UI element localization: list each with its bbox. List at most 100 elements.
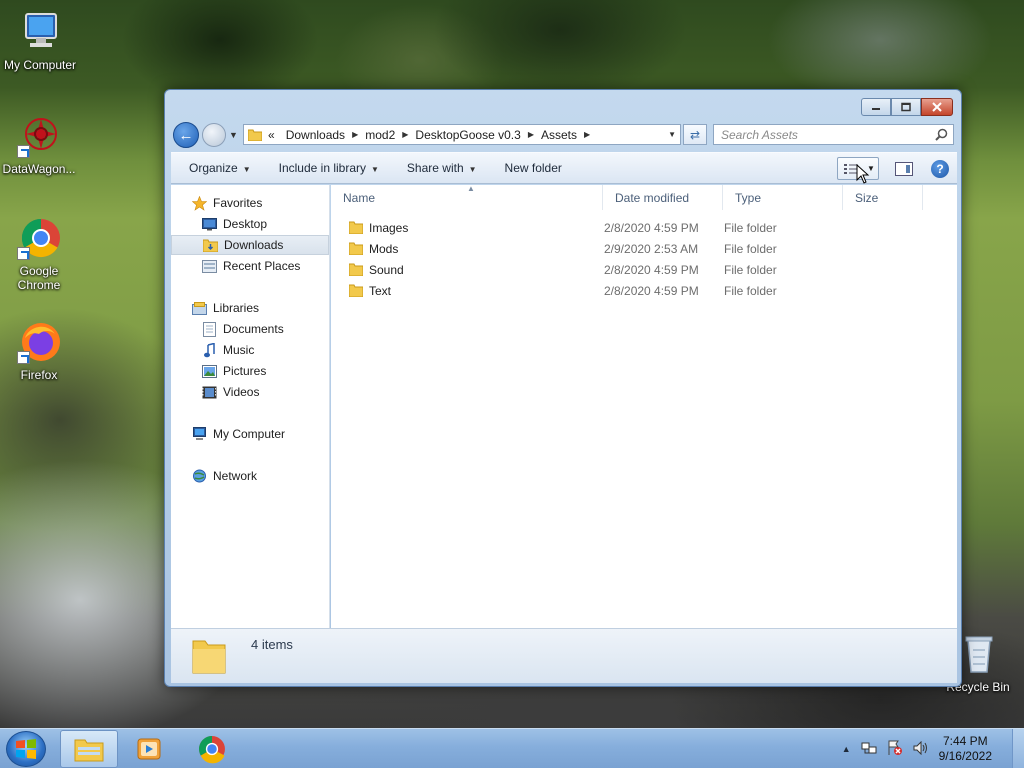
chevron-down-icon: ▼ <box>468 165 477 174</box>
new-folder-button[interactable]: New folder <box>487 161 572 175</box>
forward-button[interactable] <box>202 123 226 147</box>
file-date: 2/9/2020 2:53 AM <box>604 241 699 256</box>
file-type: File folder <box>724 283 777 298</box>
column-header-size[interactable]: Size <box>843 185 923 210</box>
column-label: Date modified <box>615 190 690 205</box>
desktop-icon-firefox[interactable]: Firefox <box>0 320 79 382</box>
file-list: ▲ Name Date modified Type Size Images 2/… <box>331 184 957 628</box>
clock[interactable]: 7:44 PM 9/16/2022 <box>939 734 992 764</box>
start-button[interactable] <box>6 731 46 767</box>
recycle-bin-icon <box>956 632 1000 676</box>
breadcrumb-separator-icon[interactable]: ▶ <box>352 130 358 139</box>
taskbar-explorer-button[interactable] <box>60 730 118 768</box>
window-controls <box>861 98 953 116</box>
taskbar-chrome-button[interactable] <box>183 730 241 768</box>
column-header-name[interactable]: ▲ Name <box>331 184 603 210</box>
folder-icon <box>349 284 363 297</box>
nav-label: Downloads <box>224 238 284 252</box>
breadcrumb-downloads[interactable]: Downloads <box>286 128 345 142</box>
chevron-down-icon: ▼ <box>371 165 379 174</box>
file-row-mods[interactable]: Mods 2/9/2020 2:53 AM File folder <box>343 238 943 259</box>
desktop-icon-google-chrome[interactable]: Google Chrome <box>0 216 79 292</box>
show-desktop-button[interactable] <box>1012 729 1024 768</box>
videos-icon <box>201 384 217 400</box>
recent-pages-dropdown[interactable]: ▼ <box>229 130 238 140</box>
breadcrumb-mod2[interactable]: mod2 <box>365 128 395 142</box>
breadcrumb-separator-icon[interactable]: ▶ <box>528 130 534 139</box>
address-dropdown-icon[interactable]: ▼ <box>668 130 676 139</box>
nav-label: Pictures <box>223 364 267 378</box>
nav-item-recent-places[interactable]: Recent Places <box>171 256 329 276</box>
nav-item-videos[interactable]: Videos <box>171 382 329 402</box>
command-bar: Organize ▼ Include in library ▼ Share with… <box>171 152 957 184</box>
file-name-cell: Mods <box>349 242 398 256</box>
column-label: Size <box>855 190 879 205</box>
share-with-button[interactable]: Share with ▼ <box>389 161 487 175</box>
clock-time: 7:44 PM <box>942 734 988 748</box>
taskbar-media-player-button[interactable] <box>120 730 178 768</box>
file-type: File folder <box>724 241 777 256</box>
column-header-type[interactable]: Type <box>723 185 843 210</box>
desktop-icon-datawagon[interactable]: DataWagon... <box>0 114 79 176</box>
show-hidden-icons-button[interactable]: ▲ <box>842 744 851 754</box>
volume-icon[interactable] <box>913 740 929 758</box>
star-icon <box>191 195 207 211</box>
file-row-sound[interactable]: Sound 2/8/2020 4:59 PM File folder <box>343 259 943 280</box>
nav-item-my-computer[interactable]: My Computer <box>171 424 329 444</box>
navigation-pane: Favorites Desktop Downloads Recent Place… <box>171 185 330 628</box>
minimize-button[interactable] <box>861 98 891 116</box>
mouse-cursor-icon <box>856 164 870 184</box>
breadcrumb-separator-icon[interactable]: ▶ <box>402 130 408 139</box>
maximize-button[interactable] <box>891 98 921 116</box>
nav-item-network[interactable]: Network <box>171 466 329 486</box>
nav-item-pictures[interactable]: Pictures <box>171 361 329 381</box>
shortcut-arrow-icon <box>17 145 30 158</box>
nav-item-desktop[interactable]: Desktop <box>171 214 329 234</box>
preview-pane-button[interactable] <box>895 161 913 176</box>
taskbar: ▲ 7:44 PM 9/16/2022 <box>0 728 1024 768</box>
nav-item-music[interactable]: Music <box>171 340 329 360</box>
refresh-button[interactable]: ⇄ <box>683 124 707 145</box>
file-type: File folder <box>724 220 777 235</box>
nav-item-documents[interactable]: Documents <box>171 319 329 339</box>
nav-item-libraries[interactable]: Libraries <box>171 298 329 318</box>
nav-item-favorites[interactable]: Favorites <box>171 193 329 213</box>
explorer-window[interactable]: ← ▼ « Downloads ▶ mod2 ▶ DesktopGoose v0… <box>164 89 962 687</box>
help-icon: ? <box>936 161 944 176</box>
action-center-flag-icon[interactable] <box>887 740 903 758</box>
nav-label: Videos <box>223 385 260 399</box>
file-row-text[interactable]: Text 2/8/2020 4:59 PM File folder <box>343 280 943 301</box>
search-input[interactable]: Search Assets <box>713 124 954 145</box>
network-tray-icon[interactable] <box>861 741 877 758</box>
folder-icon <box>349 221 363 234</box>
file-date: 2/8/2020 4:59 PM <box>604 262 699 277</box>
breadcrumb-assets[interactable]: Assets <box>541 128 577 142</box>
windows-logo-icon <box>16 739 36 759</box>
recent-places-icon <box>201 258 217 274</box>
address-bar[interactable]: « Downloads ▶ mod2 ▶ DesktopGoose v0.3 ▶… <box>243 124 681 145</box>
help-button[interactable]: ? <box>931 159 949 178</box>
file-name: Sound <box>369 262 404 277</box>
explorer-icon <box>74 739 104 762</box>
search-icon <box>935 128 948 141</box>
file-name-cell: Text <box>349 284 391 298</box>
file-row-images[interactable]: Images 2/8/2020 4:59 PM File folder <box>343 217 943 238</box>
breadcrumb-overflow[interactable]: « <box>268 128 275 142</box>
breadcrumb-desktopgoose[interactable]: DesktopGoose v0.3 <box>415 128 520 142</box>
folder-icon <box>349 263 363 276</box>
organize-button[interactable]: Organize ▼ <box>171 161 261 175</box>
shortcut-arrow-icon <box>17 351 30 364</box>
nav-label: My Computer <box>213 427 286 441</box>
firefox-icon <box>17 320 61 364</box>
music-icon <box>201 342 217 358</box>
nav-item-downloads[interactable]: Downloads <box>171 235 329 255</box>
column-header-date-modified[interactable]: Date modified <box>603 185 723 210</box>
close-button[interactable] <box>921 98 953 116</box>
file-name: Text <box>369 283 392 298</box>
breadcrumb-separator-icon[interactable]: ▶ <box>584 130 590 139</box>
desktop-icon-label: Firefox <box>20 368 58 382</box>
include-in-library-button[interactable]: Include in library ▼ <box>261 161 389 175</box>
media-player-icon <box>137 738 161 760</box>
back-button[interactable]: ← <box>173 122 199 148</box>
desktop-icon-my-computer[interactable]: My Computer <box>0 10 80 72</box>
